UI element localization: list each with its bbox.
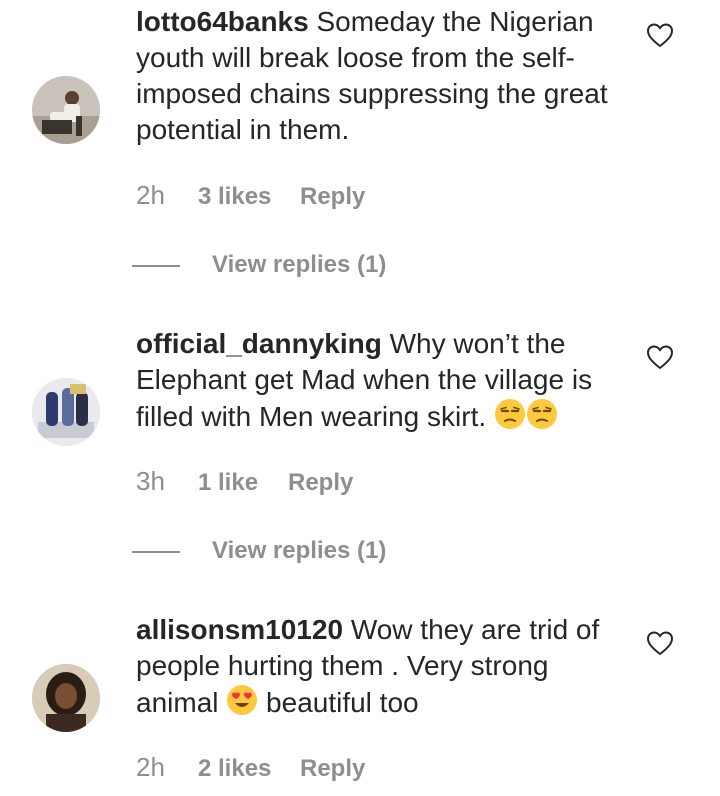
avatar[interactable] [32, 664, 100, 732]
comment-meta: 2h 2 likes Reply [136, 752, 365, 782]
like-heart-icon[interactable] [646, 344, 674, 370]
reply-button[interactable]: Reply [288, 468, 353, 498]
avatar[interactable] [32, 76, 100, 144]
unamused-face-emoji [526, 398, 558, 430]
comment-timestamp: 3h [136, 466, 165, 496]
replies-divider [132, 264, 180, 267]
comment-username[interactable]: official_dannyking [136, 328, 382, 359]
comment-meta: 2h 3 likes Reply [136, 180, 365, 210]
heart-eyes-emoji [226, 684, 258, 716]
view-replies-label: View replies (1) [212, 251, 387, 278]
avatar[interactable] [32, 378, 100, 446]
like-heart-icon[interactable] [646, 630, 674, 656]
like-heart-icon[interactable] [646, 22, 674, 48]
comment-text: lotto64banks Someday the Nigerian youth … [136, 4, 636, 148]
comment-username[interactable]: lotto64banks [136, 6, 309, 37]
comment-text: official_dannyking Why won’t the Elephan… [136, 326, 636, 435]
reply-button[interactable]: Reply [300, 754, 365, 784]
comment-timestamp: 2h [136, 752, 165, 782]
unamused-face-emoji [494, 398, 526, 430]
comment-username[interactable]: allisonsm10120 [136, 614, 343, 645]
view-replies-label: View replies (1) [212, 537, 387, 564]
replies-divider [132, 550, 180, 553]
reply-button[interactable]: Reply [300, 182, 365, 212]
comment-timestamp: 2h [136, 180, 165, 210]
view-replies-button[interactable]: View replies (1) [132, 250, 386, 280]
comment-message-end: beautiful too [258, 687, 419, 718]
view-replies-button[interactable]: View replies (1) [132, 536, 386, 566]
likes-count[interactable]: 1 like [198, 468, 288, 498]
comment-meta: 3h 1 like Reply [136, 466, 353, 496]
comment-text: allisonsm10120 Wow they are trid of peop… [136, 612, 636, 721]
likes-count[interactable]: 3 likes [198, 182, 300, 212]
likes-count[interactable]: 2 likes [198, 754, 300, 784]
